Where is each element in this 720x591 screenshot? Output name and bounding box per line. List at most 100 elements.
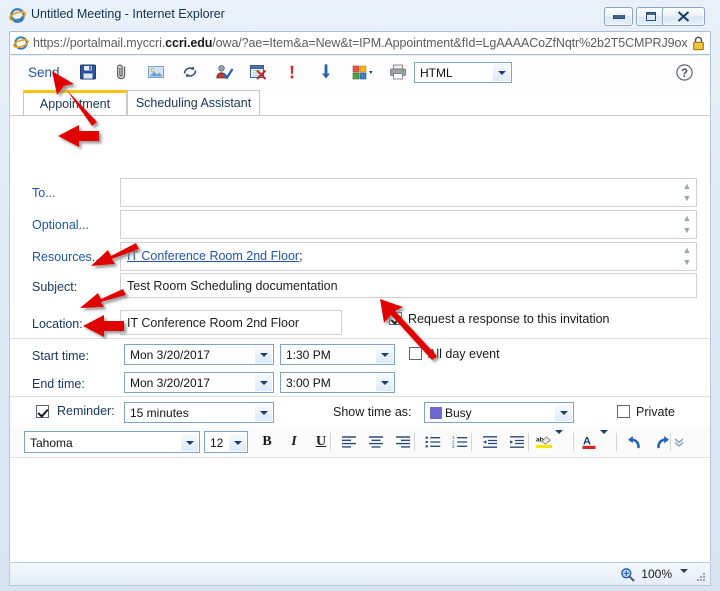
resize-grip[interactable] bbox=[695, 571, 707, 583]
end-date-dropdown[interactable]: Mon 3/20/2017 bbox=[124, 372, 274, 393]
resources-value: IT Conference Room 2nd Floor; bbox=[127, 249, 303, 263]
private-label: Private bbox=[636, 405, 675, 419]
svg-text:3: 3 bbox=[452, 444, 455, 449]
categorize-icon[interactable] bbox=[350, 62, 380, 84]
close-icon bbox=[663, 8, 704, 25]
show-time-as-label: Show time as: bbox=[333, 405, 412, 419]
tab-scheduling-assistant-label: Scheduling Assistant bbox=[135, 96, 252, 110]
chevron-down-icon: ▼ bbox=[682, 193, 692, 204]
to-scroll-spinner[interactable]: ▲ ▼ bbox=[680, 180, 694, 205]
end-time-dropdown[interactable]: 3:00 PM bbox=[280, 372, 395, 393]
bullet-list-icon[interactable] bbox=[421, 431, 445, 453]
send-button[interactable]: Send bbox=[28, 65, 60, 80]
request-response-label: Request a response to this invitation bbox=[408, 312, 610, 326]
highlight-icon[interactable]: ab bbox=[535, 430, 563, 453]
numbered-list-icon[interactable]: 1 2 3 bbox=[448, 431, 472, 453]
url-domain: ccri.edu bbox=[165, 36, 213, 50]
bold-button[interactable]: B bbox=[255, 431, 279, 453]
high-importance-icon[interactable] bbox=[282, 62, 304, 84]
print-icon[interactable] bbox=[388, 62, 410, 84]
reminder-checkbox[interactable] bbox=[36, 405, 49, 418]
font-family-dropdown[interactable]: Tahoma bbox=[24, 431, 200, 453]
to-label[interactable]: To... bbox=[32, 186, 56, 200]
chevron-down-icon bbox=[229, 434, 246, 451]
tab-appointment-label: Appointment bbox=[39, 97, 111, 111]
location-value: IT Conference Room 2nd Floor bbox=[127, 316, 300, 330]
reminder-label: Reminder: bbox=[57, 404, 115, 418]
chevron-down-icon bbox=[555, 404, 572, 421]
chevron-up-icon: ▲ bbox=[682, 212, 692, 223]
start-date-dropdown[interactable]: Mon 3/20/2017 bbox=[124, 344, 274, 365]
resources-field[interactable]: IT Conference Room 2nd Floor; ▲ ▼ bbox=[120, 242, 697, 271]
optional-label[interactable]: Optional... bbox=[32, 218, 89, 232]
reminder-dropdown[interactable]: 15 minutes bbox=[124, 402, 274, 423]
more-commands-icon[interactable] bbox=[667, 431, 691, 453]
show-time-as-dropdown[interactable]: Busy bbox=[424, 402, 574, 423]
insert-image-icon[interactable] bbox=[146, 62, 168, 84]
zoom-icon[interactable] bbox=[620, 567, 635, 582]
private-checkbox[interactable] bbox=[617, 405, 630, 418]
align-left-icon[interactable] bbox=[337, 431, 361, 453]
chevron-down-icon: ▼ bbox=[682, 257, 692, 268]
check-names-icon[interactable] bbox=[214, 62, 236, 84]
format-dropdown-value: HTML bbox=[420, 66, 453, 80]
resources-recipient-link[interactable]: IT Conference Room 2nd Floor bbox=[127, 249, 299, 263]
show-time-as-value: Busy bbox=[445, 406, 472, 420]
undo-icon[interactable] bbox=[622, 431, 646, 453]
svg-text:A: A bbox=[583, 436, 591, 448]
all-day-event-label: All day event bbox=[428, 347, 500, 361]
minimize-icon bbox=[605, 8, 632, 25]
chevron-down-icon bbox=[181, 434, 198, 451]
address-bar[interactable]: https://portalmail.myccri.ccri.edu/owa/?… bbox=[9, 31, 711, 55]
italic-button[interactable]: I bbox=[282, 431, 306, 453]
maximize-button[interactable] bbox=[636, 7, 665, 26]
location-field[interactable]: IT Conference Room 2nd Floor bbox=[120, 310, 342, 335]
font-color-icon[interactable]: A bbox=[580, 430, 608, 453]
all-day-event-checkbox[interactable] bbox=[409, 347, 422, 360]
chevron-down-icon bbox=[255, 346, 272, 363]
subject-field[interactable]: Test Room Scheduling documentation bbox=[120, 273, 697, 298]
align-right-icon[interactable] bbox=[391, 431, 415, 453]
format-toolbar: Tahoma 12 B I U 1 2 3 ab A bbox=[10, 427, 710, 458]
tab-appointment[interactable]: Appointment bbox=[23, 90, 127, 116]
font-size-dropdown[interactable]: 12 bbox=[204, 431, 248, 453]
align-center-icon[interactable] bbox=[364, 431, 388, 453]
help-icon[interactable]: ? bbox=[675, 63, 694, 82]
attach-icon[interactable] bbox=[112, 62, 134, 84]
font-family-value: Tahoma bbox=[30, 436, 73, 450]
start-date-value: Mon 3/20/2017 bbox=[130, 348, 211, 362]
resources-label[interactable]: Resources... bbox=[32, 250, 102, 264]
font-size-value: 12 bbox=[210, 436, 224, 450]
message-body[interactable] bbox=[10, 458, 710, 562]
divider bbox=[10, 396, 710, 397]
status-bar: 100% bbox=[9, 562, 711, 587]
chevron-up-icon: ▲ bbox=[682, 180, 692, 191]
close-button[interactable] bbox=[662, 7, 705, 26]
cancel-invitation-icon[interactable] bbox=[248, 62, 270, 84]
minimize-button[interactable] bbox=[604, 7, 633, 26]
to-field[interactable]: ▲ ▼ bbox=[120, 178, 697, 207]
svg-text:?: ? bbox=[681, 68, 688, 80]
recurrence-icon[interactable] bbox=[180, 62, 202, 84]
location-label: Location: bbox=[32, 317, 83, 331]
reminder-value: 15 minutes bbox=[130, 406, 189, 420]
optional-field[interactable]: ▲ ▼ bbox=[120, 210, 697, 239]
save-icon[interactable] bbox=[78, 62, 100, 84]
chevron-down-icon bbox=[599, 430, 608, 450]
tab-scheduling-assistant[interactable]: Scheduling Assistant bbox=[127, 90, 260, 116]
format-dropdown[interactable]: HTML bbox=[414, 62, 512, 83]
optional-scroll-spinner[interactable]: ▲ ▼ bbox=[680, 212, 694, 237]
chevron-down-icon bbox=[493, 64, 510, 81]
url-suffix: /owa/?ae=Item&a=New&t=IPM.Appointment&fI… bbox=[212, 36, 688, 50]
decrease-indent-icon[interactable] bbox=[478, 431, 502, 453]
chevron-down-icon[interactable] bbox=[680, 569, 688, 587]
request-response-checkbox[interactable] bbox=[389, 312, 402, 325]
command-toolbar: Send HTML ? bbox=[10, 56, 710, 90]
internet-explorer-icon bbox=[13, 35, 29, 51]
resources-scroll-spinner[interactable]: ▲ ▼ bbox=[680, 244, 694, 269]
low-importance-icon[interactable] bbox=[316, 62, 338, 84]
increase-indent-icon[interactable] bbox=[505, 431, 529, 453]
chevron-down-icon bbox=[376, 346, 393, 363]
start-time-dropdown[interactable]: 1:30 PM bbox=[280, 344, 395, 365]
chevron-down-icon: ▼ bbox=[682, 225, 692, 236]
